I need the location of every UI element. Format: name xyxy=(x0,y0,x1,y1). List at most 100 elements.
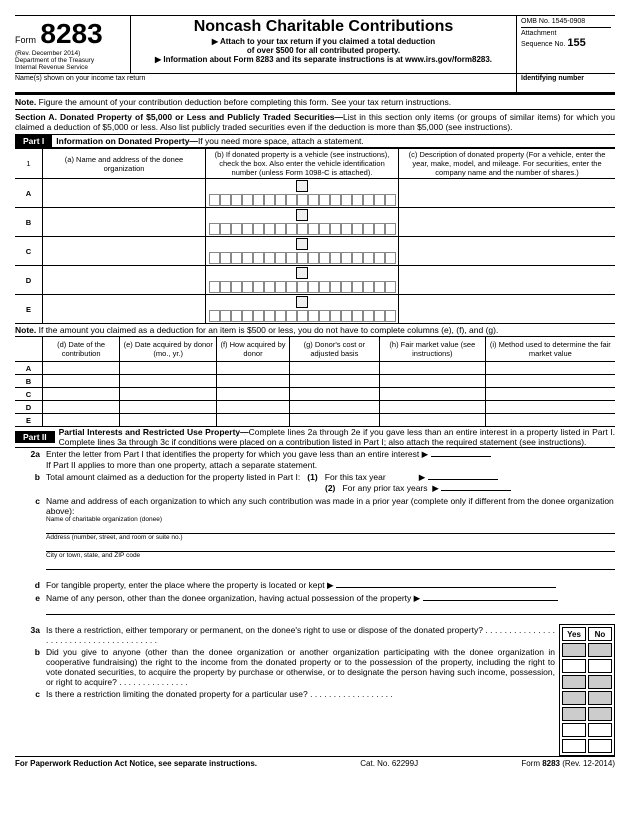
cell-d-c[interactable] xyxy=(399,266,616,295)
line-2c-city-input[interactable] xyxy=(46,559,615,570)
form-word: Form xyxy=(15,35,36,45)
vehicle-checkbox-d[interactable] xyxy=(296,267,308,279)
col-b-header: (b) If donated property is a vehicle (se… xyxy=(206,149,399,179)
line-3c-text: Is there a restriction limiting the dona… xyxy=(46,689,555,699)
cell-d-b[interactable] xyxy=(206,266,399,295)
line-3b-text: Did you give to anyone (other than the d… xyxy=(46,647,555,687)
footer-right: Form 8283 (Rev. 12-2014) xyxy=(521,759,615,768)
cell-b-b[interactable] xyxy=(206,208,399,237)
cell-e-c[interactable] xyxy=(399,295,616,324)
t2-a: A xyxy=(15,362,43,375)
cell-b-a[interactable] xyxy=(43,208,206,237)
line-2e: e Name of any person, other than the don… xyxy=(15,592,615,616)
part-1-label: Part I xyxy=(15,135,52,147)
line-2b: b Total amount claimed as a deduction fo… xyxy=(15,471,615,495)
line-2c-name-input[interactable] xyxy=(46,523,615,534)
donated-property-table: 1 (a) Name and address of the donee orga… xyxy=(15,148,615,324)
line-2d: d For tangible property, enter the place… xyxy=(15,579,615,592)
footer: For Paperwork Reduction Act Notice, see … xyxy=(15,756,615,768)
q3-block: YesNo 3a Is there a restriction, either … xyxy=(15,624,615,756)
vehicle-checkbox-a[interactable] xyxy=(296,180,308,192)
q3c-yes[interactable] xyxy=(562,739,586,753)
col-c-header: (c) Description of donated property (For… xyxy=(399,149,616,179)
dept-treasury: Department of the Treasury xyxy=(15,57,130,64)
cell-c-a[interactable] xyxy=(43,237,206,266)
cell-a-c[interactable] xyxy=(399,179,616,208)
line-2b2-text: For any prior tax years xyxy=(342,483,427,493)
line-2e-input[interactable] xyxy=(423,600,558,601)
line-2b1-text: For this tax year xyxy=(325,472,386,482)
cell-e-b[interactable] xyxy=(206,295,399,324)
cell-d-a[interactable] xyxy=(43,266,206,295)
name-id-row: Name(s) shown on your income tax return … xyxy=(15,74,615,93)
deduction-table: (d) Date of the contribution (e) Date ac… xyxy=(15,336,615,427)
omb-block: OMB No. 1545-0908 Attachment Sequence No… xyxy=(517,16,615,73)
part-2-label: Part II xyxy=(15,431,55,443)
cell-a-a[interactable] xyxy=(43,179,206,208)
cell-c-b[interactable] xyxy=(206,237,399,266)
vin-c[interactable] xyxy=(207,252,397,264)
section-a-title: Section A. Donated Property of $5,000 or… xyxy=(15,112,343,122)
line-2b2-input[interactable] xyxy=(441,490,511,491)
col-h: (h) Fair market value (see instructions) xyxy=(379,337,485,362)
q3c-no[interactable] xyxy=(588,739,612,753)
line-3a-text: Is there a restriction, either temporary… xyxy=(46,625,555,645)
form-title: Noncash Charitable Contributions xyxy=(135,18,512,36)
line-2a-input[interactable] xyxy=(431,456,491,457)
form-number: 8283 xyxy=(40,18,102,49)
row-d: D xyxy=(15,266,43,295)
cell-a-b[interactable] xyxy=(206,179,399,208)
subtitle-2: of over $500 for all contributed propert… xyxy=(135,46,512,55)
sequence-label: Sequence No. xyxy=(521,41,565,48)
section-a-header: Section A. Donated Property of $5,000 or… xyxy=(15,110,615,135)
cell-b-c[interactable] xyxy=(399,208,616,237)
line-2d-input[interactable] xyxy=(336,587,556,588)
t2-e: E xyxy=(15,414,43,427)
line-3b: b Did you give to anyone (other than the… xyxy=(15,646,555,688)
revision-date: (Rev. December 2014) xyxy=(15,50,130,57)
line-2c: c Name and address of each organization … xyxy=(15,495,615,571)
form-title-block: Noncash Charitable Contributions ▶ Attac… xyxy=(131,16,517,73)
line-3a: 3a Is there a restriction, either tempor… xyxy=(15,624,555,646)
line-2a-sub: If Part II applies to more than one prop… xyxy=(46,460,317,470)
col-1: 1 xyxy=(15,149,43,179)
vin-e[interactable] xyxy=(207,310,397,322)
col-f: (f) How acquired by donor xyxy=(217,337,290,362)
line-2a-text: Enter the letter from Part I that identi… xyxy=(46,449,428,459)
col-e: (e) Date acquired by donor (mo., yr.) xyxy=(120,337,217,362)
row-a: A xyxy=(15,179,43,208)
line-2c-addr-label: Address (number, street, and room or sui… xyxy=(46,534,615,541)
col-i: (i) Method used to determine the fair ma… xyxy=(485,337,615,362)
line-2b2-num: (2) xyxy=(325,483,335,493)
vin-b[interactable] xyxy=(207,223,397,235)
cell-e-a[interactable] xyxy=(43,295,206,324)
line-2b1-input[interactable] xyxy=(428,479,498,480)
q3a-yes[interactable] xyxy=(562,659,586,673)
t2-blank xyxy=(15,337,43,362)
vehicle-checkbox-b[interactable] xyxy=(296,209,308,221)
line-2e-input2[interactable] xyxy=(46,604,615,615)
col-a-header: (a) Name and address of the donee organi… xyxy=(43,149,206,179)
attachment-label: Attachment xyxy=(521,30,611,37)
vin-a[interactable] xyxy=(207,194,397,206)
yes-no-table: YesNo xyxy=(559,624,615,756)
col-d: (d) Date of the contribution xyxy=(43,337,120,362)
omb-number: OMB No. 1545-0908 xyxy=(521,18,611,28)
vin-d[interactable] xyxy=(207,281,397,293)
q3b-no[interactable] xyxy=(588,723,612,737)
q3a-no[interactable] xyxy=(588,659,612,673)
subtitle-1: ▶ Attach to your tax return if you claim… xyxy=(135,37,512,46)
dept-irs: Internal Revenue Service xyxy=(15,64,130,71)
line-2c-addr-input[interactable] xyxy=(46,541,615,552)
cell-c-c[interactable] xyxy=(399,237,616,266)
line-2b-text: Total amount claimed as a deduction for … xyxy=(46,472,300,482)
row-c: C xyxy=(15,237,43,266)
t2-d: D xyxy=(15,401,43,414)
vehicle-checkbox-e[interactable] xyxy=(296,296,308,308)
q3b-yes[interactable] xyxy=(562,723,586,737)
name-field-label: Name(s) shown on your income tax return xyxy=(15,74,517,92)
vehicle-checkbox-c[interactable] xyxy=(296,238,308,250)
row-b: B xyxy=(15,208,43,237)
yes-header: Yes xyxy=(562,627,586,641)
line-2b1-num: (1) xyxy=(307,472,317,482)
